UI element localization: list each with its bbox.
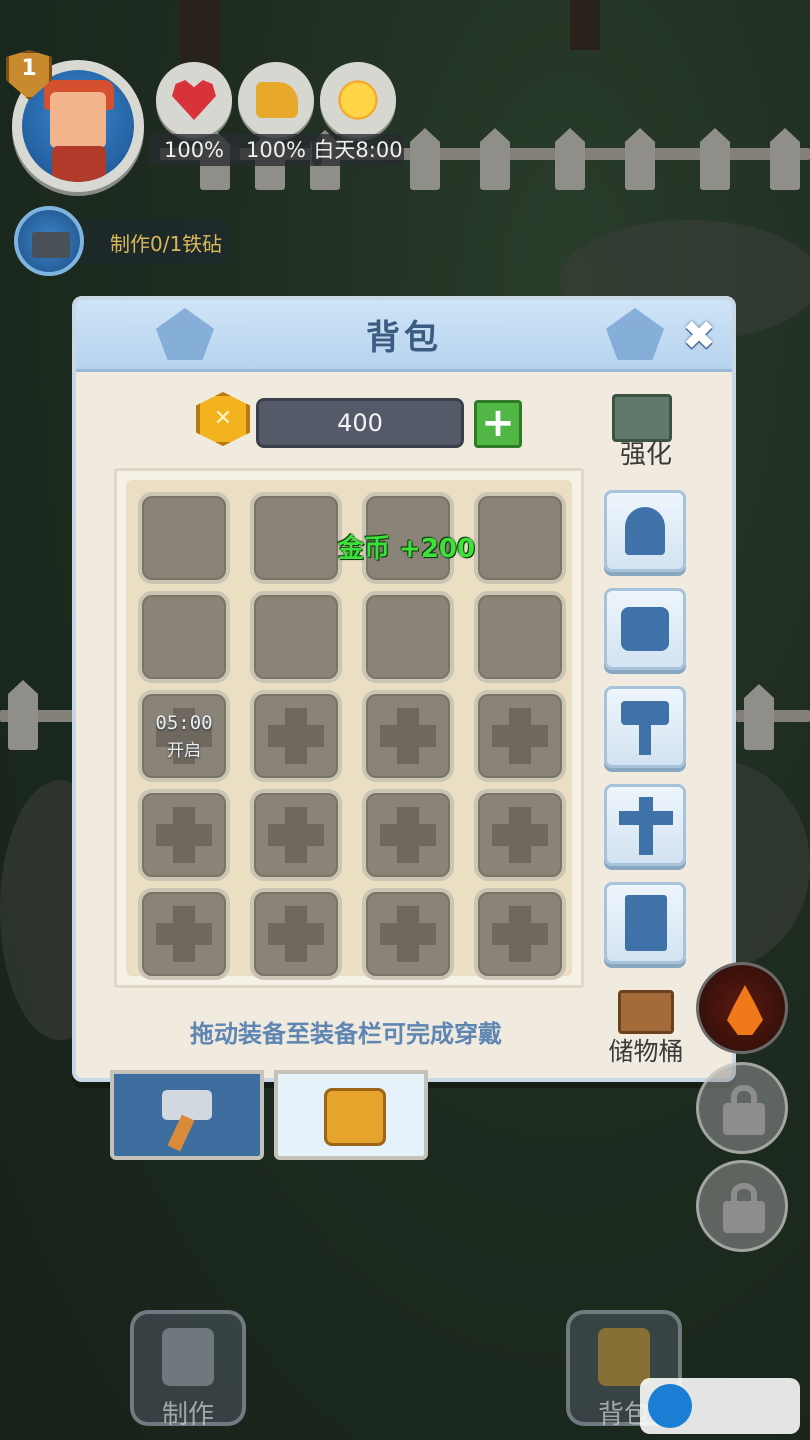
plus-icon-bar — [156, 824, 212, 846]
inventory-slot-empty[interactable] — [474, 591, 566, 683]
plus-icon-bar — [156, 923, 212, 945]
hammer-icon — [162, 1328, 214, 1386]
weapon-slot[interactable] — [604, 686, 686, 768]
craft-task-hint[interactable]: 制作0/1铁砧 — [14, 206, 228, 276]
inventory-slot-empty[interactable] — [362, 591, 454, 683]
inventory-slot-locked[interactable] — [250, 690, 342, 782]
equip-hint-text: 拖动装备至装备栏可完成穿戴 — [190, 1020, 502, 1048]
unlock-label: 开启 — [167, 741, 201, 761]
add-gold-button[interactable]: + — [474, 400, 522, 448]
inventory-slot-locked[interactable] — [250, 789, 342, 881]
health-value: 100% — [148, 134, 240, 166]
book-icon — [625, 895, 667, 951]
inventory-slot-empty[interactable] — [250, 591, 342, 683]
coin-symbol: ✕ — [213, 406, 233, 431]
craft-task-circle — [14, 206, 84, 276]
hammer-icon — [162, 1090, 212, 1120]
plus-icon-bar — [492, 824, 548, 846]
dialog-header: 背包 ✖ — [76, 300, 732, 372]
food-stat[interactable] — [238, 62, 314, 138]
plus-icon-bar — [268, 824, 324, 846]
food-value: 100% — [230, 134, 322, 166]
storage-button[interactable]: 储物桶 — [596, 990, 696, 1070]
fire-skill-button[interactable] — [696, 962, 788, 1054]
inventory-slot-locked[interactable] — [138, 888, 230, 980]
backpack-icon — [324, 1088, 386, 1146]
inventory-slot-empty[interactable] — [250, 492, 342, 584]
sword-guard — [619, 811, 673, 825]
inventory-slot-locked[interactable] — [474, 888, 566, 980]
tab-backpack[interactable] — [274, 1070, 428, 1160]
nav-craft-button[interactable]: 制作 — [130, 1310, 246, 1430]
plus-icon-bar — [268, 725, 324, 747]
hammer-handle — [639, 723, 651, 755]
inventory-slot-empty[interactable] — [138, 492, 230, 584]
locked-slot-button[interactable] — [696, 1062, 788, 1154]
player-level: 1 — [21, 56, 37, 81]
inventory-slot-locked[interactable] — [250, 888, 342, 980]
plus-icon-bar — [268, 923, 324, 945]
daytime-stat[interactable] — [320, 62, 396, 138]
storage-label: 储物桶 — [608, 1037, 684, 1066]
plus-icon-bar — [492, 923, 548, 945]
upgrade-label: 强化 — [619, 440, 672, 470]
craft-task-text: 制作0/1铁砧 — [110, 232, 223, 256]
time-value: 白天8:00 — [312, 134, 404, 166]
nav-craft-label: 制作 — [161, 1400, 214, 1430]
hammer-icon — [621, 701, 669, 725]
flame-icon — [727, 985, 763, 1035]
plus-icon-bar — [380, 725, 436, 747]
gold-amount: 400 — [256, 398, 464, 448]
armor-icon — [621, 607, 669, 651]
lock-body — [723, 1103, 765, 1135]
inventory-slot-locked[interactable] — [362, 789, 454, 881]
heart-icon — [172, 80, 216, 120]
gold-coin-icon: ✕ — [196, 392, 250, 446]
sun-icon — [336, 78, 380, 122]
plus-icon-bar — [380, 923, 436, 945]
helmet-slot[interactable] — [604, 490, 686, 572]
locked-slot-button[interactable] — [696, 1160, 788, 1252]
gold-reward-toast: 金币 +200 — [338, 534, 476, 564]
inventory-slot-locked[interactable] — [474, 690, 566, 782]
close-button[interactable]: ✖ — [677, 314, 721, 358]
food-icon — [256, 82, 298, 118]
storage-box-icon — [618, 990, 674, 1034]
sword-icon — [639, 797, 653, 855]
health-stat[interactable] — [156, 62, 232, 138]
inventory-slot-locked[interactable] — [362, 888, 454, 980]
watermark-icon — [648, 1384, 692, 1428]
avatar-body — [52, 146, 106, 182]
inventory-slot-locked[interactable] — [138, 789, 230, 881]
backpack-icon — [598, 1328, 650, 1386]
hammer-handle — [167, 1114, 195, 1152]
unlock-timer: 05:00 — [155, 712, 213, 734]
helmet-icon — [625, 507, 665, 555]
armor-slot[interactable] — [604, 588, 686, 670]
tab-craft[interactable] — [110, 1070, 264, 1160]
inventory-slot-locked[interactable] — [474, 789, 566, 881]
anvil-icon — [32, 232, 70, 258]
inventory-slot-empty[interactable] — [138, 591, 230, 683]
backpack-dialog: 背包 ✖ ✕ 400 + 强化 05:00 开启 金币 +200 拖动装备至装备栏… — [72, 296, 736, 1082]
avatar-face — [50, 92, 106, 148]
dialog-title: 背包 — [366, 318, 442, 358]
upgrade-button[interactable]: 强化 — [604, 392, 688, 472]
book-slot[interactable] — [604, 882, 686, 964]
inventory-slot-locked[interactable] — [362, 690, 454, 782]
lock-body — [723, 1201, 765, 1233]
plus-icon-bar — [380, 824, 436, 846]
sword-slot[interactable] — [604, 784, 686, 866]
inventory-slot-unlocking[interactable]: 05:00 开启 — [138, 690, 230, 782]
watermark-logo — [640, 1378, 800, 1434]
inventory-slot-empty[interactable] — [474, 492, 566, 584]
plus-icon-bar — [492, 725, 548, 747]
